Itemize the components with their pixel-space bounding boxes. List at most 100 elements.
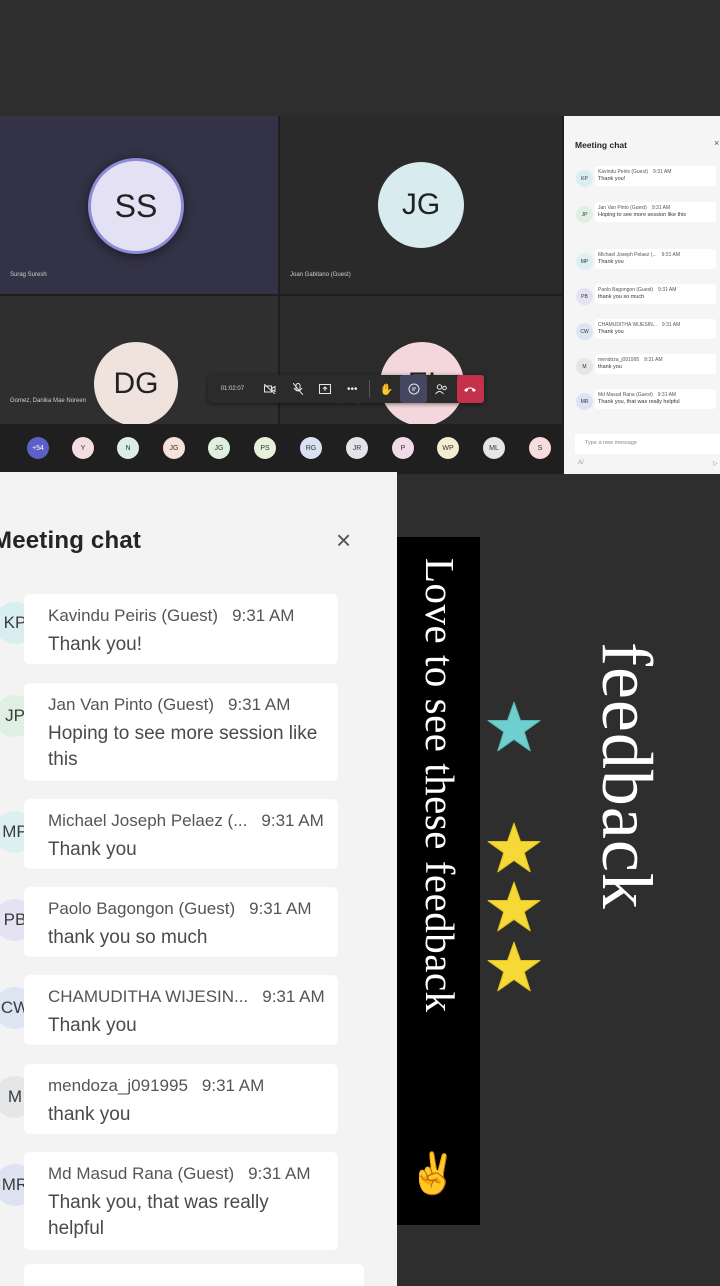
message-time: 9:31 AM (653, 169, 672, 175)
avatar: M (576, 358, 593, 375)
participant-name: Joan Gabitano (Guest) (290, 272, 351, 278)
roster-avatar[interactable]: ML (483, 437, 505, 459)
avatar-initials: MP (580, 258, 589, 265)
video-tile-ss[interactable]: SS Surag Suresh (0, 116, 278, 294)
message-time: 9:31 AM (651, 205, 671, 211)
avatar-initials: JP (581, 211, 588, 218)
chat-title: Meeting chat (0, 527, 142, 554)
sender-name: mendoza_j091995 (598, 357, 640, 363)
message-text: Thank you (48, 1015, 137, 1036)
sender-name: Md Masud Rana (Guest) (598, 392, 653, 398)
avatar-initials: SS (114, 187, 158, 224)
message-text: Thank you, that was really helpful (598, 399, 680, 405)
message-time: 9:31 AM (657, 392, 677, 398)
roster-avatar[interactable]: P (392, 437, 414, 459)
message-time: 9:31 AM (249, 899, 312, 918)
sender-name: Md Masud Rana (Guest) (48, 1164, 235, 1183)
message-header: Jan Van Pinto (Guest) 9:31 AM (598, 205, 713, 211)
sender-name: Paolo Bagongon (Guest) (598, 287, 654, 293)
message-bubble: Michael Joseph Pelaez (... 9:31 AM Thank y… (595, 249, 716, 269)
message-text: Thank you! (48, 634, 142, 655)
roster-label: P (400, 444, 406, 452)
sender-name: Kavindu Peiris (Guest) (48, 606, 219, 625)
video-tile-dg[interactable]: DG Gomez, Danika Mae Noreen (0, 296, 278, 424)
message-header: Michael Joseph Pelaez (... 9:31 AM (598, 252, 713, 258)
roster-avatar[interactable]: Y (72, 437, 94, 459)
message-text: thank you so much (48, 927, 208, 948)
raise-hand-icon[interactable]: ✋ (373, 375, 400, 403)
mini-chat-panel: Meeting chat × KP Kavindu Peiris (Guest)… (564, 116, 720, 474)
sender-name: CHAMUDITHA WIJESIN... (598, 322, 657, 328)
roster-avatar[interactable]: RG (300, 437, 322, 459)
mini-chat-message: KP Kavindu Peiris (Guest) 9:31 AM Thank yo… (564, 166, 720, 194)
message-text: Hoping to see more session like this (598, 212, 687, 218)
yellow-star-icon (487, 822, 541, 873)
mini-chat-message: CW CHAMUDITHA WIJESIN... 9:31 AM Thank you (564, 319, 720, 347)
feedback-word: feedback (587, 642, 667, 910)
next-message-bubble (24, 1264, 364, 1286)
avatar-initials: JP (5, 706, 25, 725)
yellow-star-icon (487, 881, 541, 932)
message-text: Thank you (48, 839, 137, 860)
message-input[interactable]: Type a new message (575, 434, 720, 454)
avatar-initials: PB (581, 293, 588, 300)
message-text: Thank you, that was really helpful (48, 1192, 269, 1239)
toolbar-divider (368, 380, 370, 398)
close-icon[interactable]: × (336, 525, 351, 556)
roster-label: WP (442, 444, 454, 452)
message-text: Hoping to see more session like this (48, 723, 318, 770)
message-time: 9:31 AM (248, 1164, 311, 1183)
avatar-initials: M (582, 363, 587, 370)
message-bubble: Paolo Bagongon (Guest) 9:31 AM thank you s… (595, 284, 716, 304)
video-tile-ei[interactable]: EI eko indiani (Guest) (280, 296, 562, 424)
avatar-initials: CW (580, 328, 589, 335)
more-options-icon[interactable]: ••• (339, 375, 366, 403)
avatar-initials: DG (113, 367, 159, 400)
message-time: 9:31 AM (262, 987, 325, 1006)
message-bubble: CHAMUDITHA WIJESIN... 9:31 AM Thank you (24, 975, 338, 1045)
call-toolbar: 01:02:07 ••• ✋ (208, 375, 484, 403)
message-time: 9:31 AM (661, 322, 681, 328)
sender-name: Jan Van Pinto (Guest) (598, 205, 647, 211)
message-header: Kavindu Peiris (Guest) 9:31 AM (598, 169, 713, 175)
teal-star-icon (487, 701, 541, 752)
call-timer: 01:02:07 (220, 386, 245, 392)
roster-label: S (537, 444, 543, 452)
camera-off-icon[interactable] (257, 375, 284, 403)
roster-avatar[interactable]: JG (208, 437, 230, 459)
message-text: Thank you! (598, 176, 626, 182)
send-icon[interactable]: ▷ (713, 460, 718, 467)
message-text: Thank you (598, 259, 624, 265)
video-tile-jg[interactable]: JG Joan Gabitano (Guest) (280, 116, 562, 294)
close-icon[interactable]: × (714, 138, 719, 148)
format-icon[interactable]: A/ (578, 460, 584, 466)
message-bubble: mendoza_j091995 9:31 AM thank you (595, 354, 716, 374)
roster-label: N (125, 444, 131, 452)
roster-avatar[interactable]: +54 (27, 437, 49, 459)
message-time: 9:31 AM (261, 811, 324, 830)
victory-hand-icon: ✌️ (408, 1152, 458, 1196)
hang-up-icon[interactable] (456, 375, 484, 403)
avatar: SS (88, 158, 184, 254)
mic-off-icon[interactable] (284, 375, 311, 403)
roster-label: PS (260, 444, 270, 452)
mini-chat-message: JP Jan Van Pinto (Guest) 9:31 AM Hoping to… (564, 202, 720, 230)
message-header: Md Masud Rana (Guest) 9:31 AM (598, 392, 713, 398)
participants-icon[interactable] (427, 375, 454, 403)
message-bubble: Md Masud Rana (Guest) 9:31 AM Thank you, t… (24, 1152, 338, 1250)
chat-icon[interactable] (400, 375, 428, 403)
message-bubble: Md Masud Rana (Guest) 9:31 AM Thank you, t… (595, 389, 716, 409)
roster-avatar[interactable]: PS (254, 437, 276, 459)
roster-avatar[interactable]: JG (163, 437, 185, 459)
roster-avatar[interactable]: WP (437, 437, 459, 459)
message-header: mendoza_j091995 9:31 AM (598, 357, 713, 363)
share-screen-icon[interactable] (311, 375, 338, 403)
message-time: 9:31 AM (644, 357, 663, 363)
roster-avatar[interactable]: S (529, 437, 551, 459)
sender-name: Michael Joseph Pelaez (... (48, 811, 248, 830)
roster-avatar[interactable]: N (117, 437, 139, 459)
message-header: Paolo Bagongon (Guest) 9:31 AM (48, 899, 318, 919)
avatar-initials: PB (3, 910, 27, 929)
roster-avatar[interactable]: JR (346, 437, 368, 459)
message-header: CHAMUDITHA WIJESIN... 9:31 AM (598, 322, 713, 328)
